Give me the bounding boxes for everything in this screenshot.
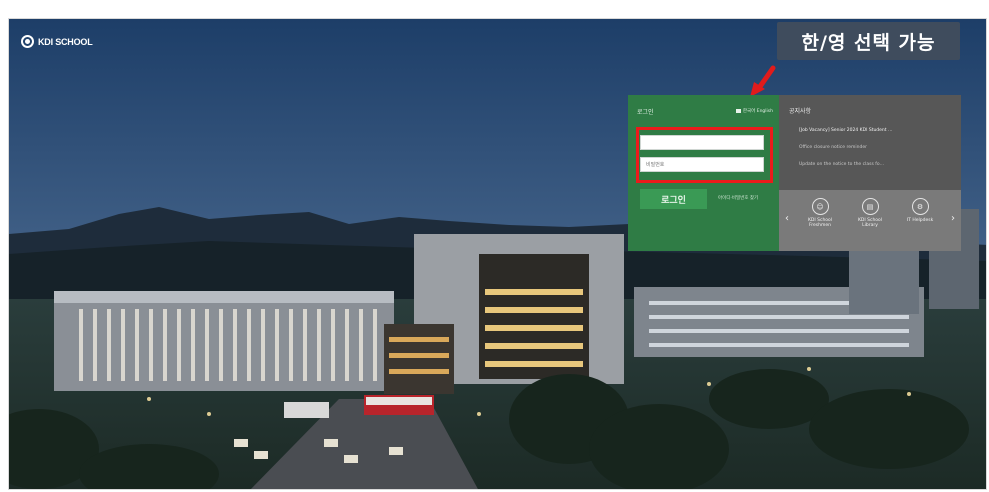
login-title: 로그인 — [637, 108, 654, 116]
quick-link-label: KDI School Freshmen — [807, 218, 833, 228]
student-icon: ☺ — [811, 198, 829, 215]
quick-link-helpdesk[interactable]: ⚙ IT Helpdesk — [905, 198, 935, 223]
notice-item[interactable]: [Job Vacancy] Senior 2024 KDI Student … — [799, 128, 892, 133]
quick-link-freshmen[interactable]: ☺ KDI School Freshmen — [805, 198, 835, 228]
notice-panel: 공지사항 [Job Vacancy] Senior 2024 KDI Stude… — [779, 95, 961, 190]
language-switch[interactable]: 한국어 English — [735, 108, 773, 114]
language-annotation-callout: 한/영 선택 가능 — [777, 22, 960, 60]
notice-title: 공지사항 — [789, 108, 812, 115]
language-switch-label: 한국어 English — [742, 109, 773, 114]
quick-link-library[interactable]: ▤ KDI School Library — [855, 198, 885, 228]
flag-icon — [735, 109, 741, 113]
annotation-text: 한/영 선택 가능 — [801, 31, 936, 54]
login-fields-highlight-box — [636, 127, 773, 183]
kdi-school-logo[interactable]: KDI SCHOOL — [21, 35, 93, 48]
quick-link-label: KDI School Library — [857, 218, 883, 228]
logo-mark-icon — [21, 35, 34, 48]
login-panel-header: 로그인 한국어 English — [637, 105, 773, 117]
campus-background-image — [9, 19, 986, 489]
helpdesk-icon: ⚙ — [911, 198, 929, 215]
notice-item[interactable]: Office closure notice reminder — [799, 145, 867, 150]
library-icon: ▤ — [861, 198, 879, 215]
chevron-right-icon[interactable]: › — [951, 214, 955, 224]
chevron-left-icon[interactable]: ‹ — [785, 214, 789, 224]
login-page-frame: KDI SCHOOL — [8, 18, 987, 490]
quick-links-panel: ‹ › ☺ KDI School Freshmen ▤ KDI School L… — [779, 190, 961, 251]
notice-item[interactable]: Update on the notice to the class fo… — [799, 162, 884, 167]
login-button[interactable]: 로그인 — [640, 189, 707, 209]
quick-link-label: IT Helpdesk — [906, 218, 934, 223]
forgot-credentials-link[interactable]: 아이디·비밀번호 찾기 — [718, 195, 758, 201]
logo-text: KDI SCHOOL — [38, 36, 93, 47]
